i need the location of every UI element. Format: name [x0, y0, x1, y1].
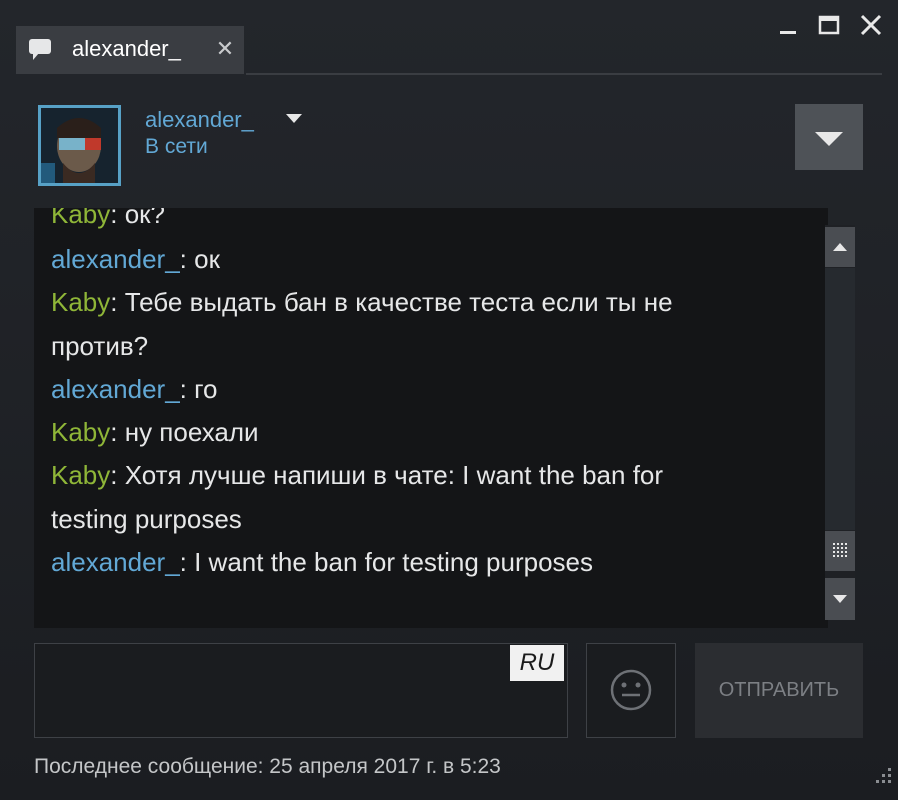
message-text: : I want the ban for testing purposes — [179, 547, 594, 577]
avatar-image — [41, 108, 118, 183]
message-author: Kaby — [51, 208, 111, 229]
message-text: : ок — [179, 244, 220, 274]
chat-message: alexander_: I want the ban for testing p… — [51, 541, 771, 584]
chat-message: alexander_: го — [51, 368, 771, 411]
chat-message: Kaby: ок? — [51, 208, 771, 236]
chat-message: alexander_: ок — [51, 238, 771, 281]
minimize-icon[interactable] — [774, 10, 804, 40]
scroll-up-button[interactable] — [825, 227, 855, 267]
chat-window: alexander_ ✕ alexander_ В сети Kaby: ок?… — [0, 0, 898, 800]
chat-message: testing purposes — [51, 498, 771, 541]
message-text: : Хотя лучше напиши в чате: I want the b… — [110, 460, 664, 490]
chevron-up-icon — [833, 243, 847, 251]
last-message-timestamp: Последнее сообщение: 25 апреля 2017 г. в… — [34, 755, 501, 778]
chevron-down-icon — [833, 595, 847, 603]
chat-log[interactable]: Kaby: ок? alexander_: ок Kaby: Тебе выда… — [34, 208, 828, 628]
chat-options-button[interactable] — [795, 104, 863, 170]
contact-name[interactable]: alexander_ — [145, 107, 254, 133]
tab-close-button[interactable]: ✕ — [214, 36, 236, 62]
maximize-icon[interactable] — [815, 10, 845, 40]
message-text: testing purposes — [51, 504, 242, 534]
scrollbar-track[interactable] — [825, 268, 855, 530]
message-author: Kaby — [51, 287, 111, 317]
chat-message: Kaby: ну поехали — [51, 411, 771, 454]
message-text: : Тебе выдать бан в качестве теста если … — [110, 287, 673, 317]
resize-grip-icon[interactable] — [868, 762, 894, 788]
message-text: : ну поехали — [110, 417, 259, 447]
message-author: alexander_ — [51, 374, 180, 404]
language-indicator: RU — [510, 645, 564, 681]
chevron-down-icon[interactable] — [284, 111, 304, 127]
smiley-icon — [610, 669, 652, 711]
emoticon-button[interactable] — [586, 643, 676, 738]
tab-strip-divider — [246, 73, 882, 75]
tab-label: alexander_ — [72, 36, 181, 61]
message-author: Kaby — [51, 460, 111, 490]
scrollbar-thumb[interactable] — [825, 531, 855, 571]
chat-message: против? — [51, 325, 771, 368]
message-text: против? — [51, 331, 149, 361]
close-icon[interactable] — [856, 10, 886, 40]
chevron-down-icon — [815, 132, 843, 146]
scroll-down-button[interactable] — [825, 578, 855, 620]
grip-icon — [833, 543, 847, 557]
send-button[interactable]: ОТПРАВИТЬ — [695, 643, 863, 738]
message-text: : го — [179, 374, 218, 404]
message-author: Kaby — [51, 417, 111, 447]
chat-message: Kaby: Тебе выдать бан в качестве теста е… — [51, 281, 771, 324]
chat-tab[interactable]: alexander_ ✕ — [16, 26, 244, 74]
contact-status: В сети — [145, 135, 208, 158]
message-author: alexander_ — [51, 547, 180, 577]
message-author: alexander_ — [51, 244, 180, 274]
message-text: : ок? — [110, 208, 166, 229]
chat-bubble-icon — [29, 39, 51, 60]
chat-message: Kaby: Хотя лучше напиши в чате: I want t… — [51, 454, 771, 497]
message-input[interactable] — [34, 643, 568, 738]
avatar[interactable] — [38, 105, 121, 186]
